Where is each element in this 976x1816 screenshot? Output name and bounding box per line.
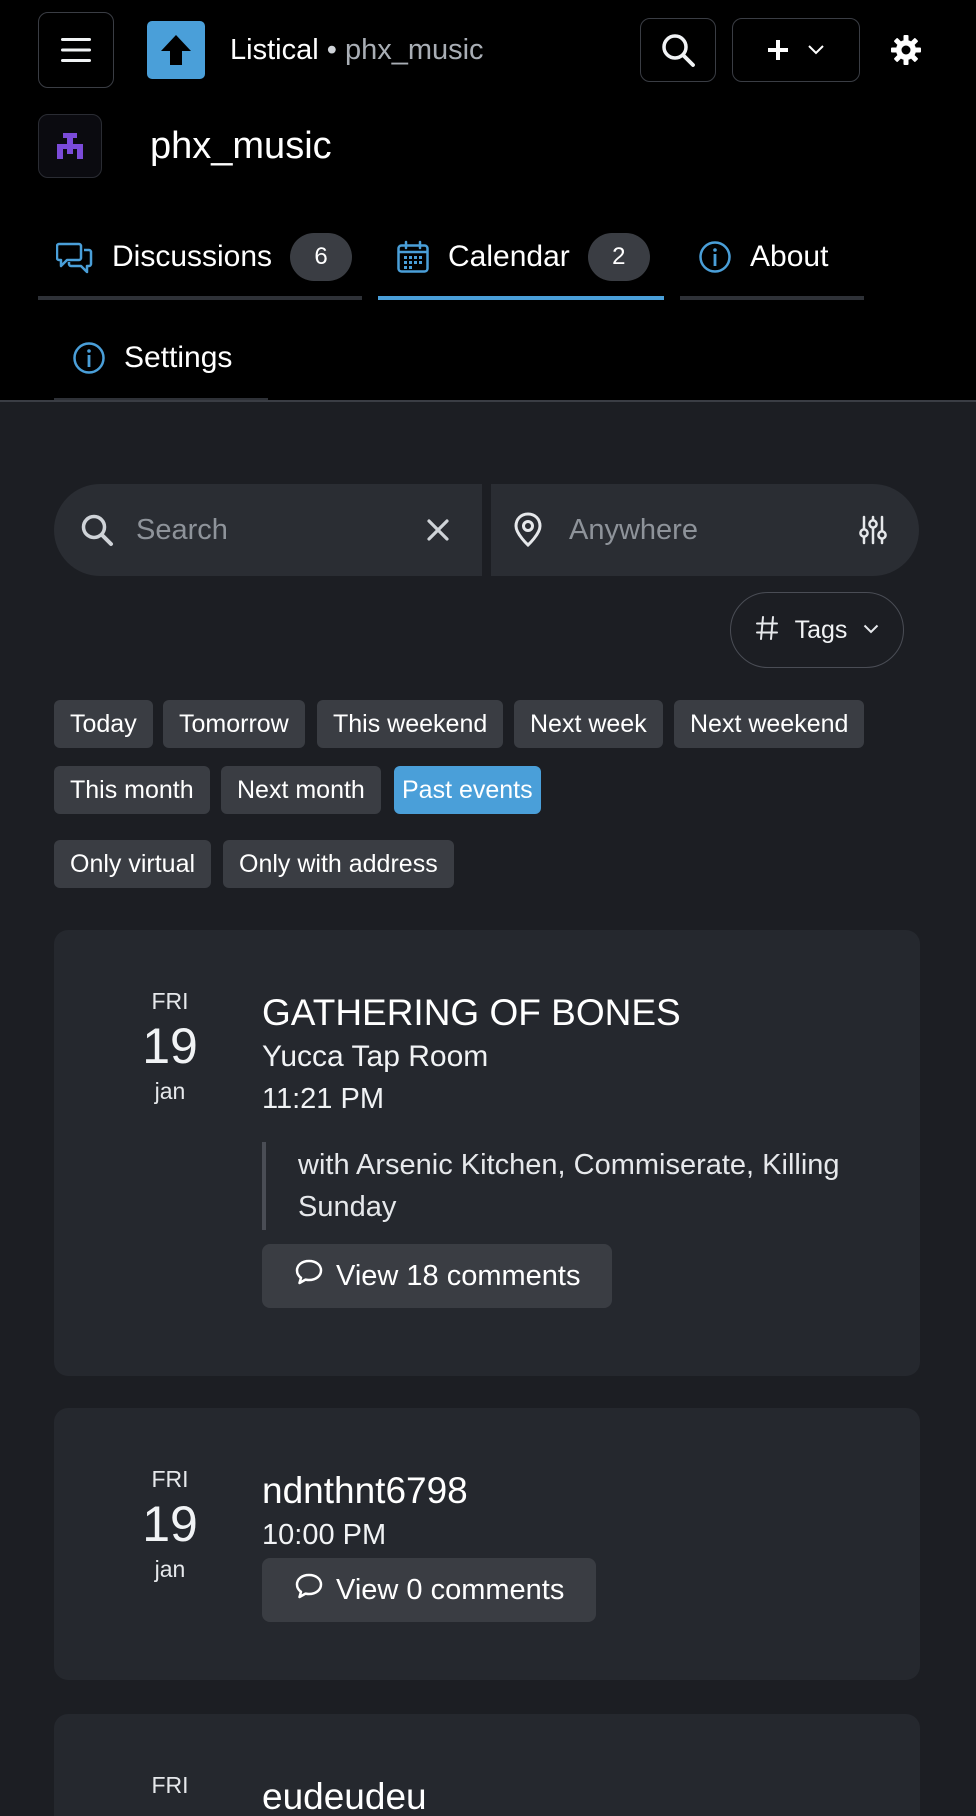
comment-bubble-icon [294,1572,324,1608]
filter-sliders-icon[interactable] [859,515,887,545]
event-day: 19 [142,1496,198,1552]
community-logo-icon [57,133,83,159]
community-slug[interactable]: phx_music [345,34,484,66]
info-icon [698,240,732,274]
title-separator: • [318,34,345,66]
community-name: phx_music [150,125,332,167]
filter-chip-today[interactable]: Today [54,700,153,748]
event-month: jan [154,1078,186,1104]
event-description: with Arsenic Kitchen, Commiserate, Killi… [262,1142,880,1230]
event-month: jan [154,1556,186,1582]
event-title[interactable]: GATHERING OF BONES [262,990,880,1036]
plus-icon [768,40,788,60]
tab-label: Calendar [448,240,570,273]
event-time: 10:00 PM [262,1519,387,1551]
location-pin-icon [513,512,543,548]
tab-label: Discussions [112,240,273,273]
event-body: GATHERING OF BONES Yucca Tap Room 11:21 … [262,990,880,1308]
tags-dropdown-button[interactable]: Tags [730,592,904,668]
event-card: FRI 19 jan ndnthnt6798 10:00 PM View 0 c… [54,1408,920,1680]
event-day-of-week: FRI [151,1466,189,1492]
chat-bubbles-icon [56,240,94,274]
event-card: FRI 19 jan GATHERING OF BONES Yucca Tap … [54,930,920,1376]
event-day: 19 [142,1018,198,1074]
filter-chip-past-events[interactable]: Past events [394,766,541,814]
event-body: eudeudeu [262,1774,880,1816]
tab-calendar[interactable]: Calendar 2 [378,214,664,300]
search-field-container [54,484,482,576]
filter-chip-next-month[interactable]: Next month [221,766,381,814]
location-field-container [491,484,919,576]
create-dropdown-button[interactable] [732,18,860,82]
info-icon [72,341,106,375]
event-body: ndnthnt6798 10:00 PM View 0 comments [262,1468,880,1622]
discussions-count-badge: 6 [290,233,353,281]
event-title[interactable]: ndnthnt6798 [262,1468,880,1514]
event-date: FRI 19 jan [114,1464,226,1584]
view-comments-button[interactable]: View 0 comments [262,1558,597,1622]
event-title[interactable]: eudeudeu [262,1774,880,1816]
tab-discussions[interactable]: Discussions 6 [38,214,362,300]
search-icon [80,513,114,547]
tab-settings[interactable]: Settings [54,314,268,400]
search-icon [662,34,695,67]
comment-bubble-icon [294,1258,324,1294]
app-title: Listical • phx_music [230,30,484,70]
search-input[interactable] [136,513,406,547]
gear-icon [891,35,921,65]
calendar-count-badge: 2 [587,233,650,281]
view-comments-button[interactable]: View 18 comments [262,1244,613,1308]
event-venue: Yucca Tap Room [262,1040,489,1073]
hamburger-menu-icon [61,38,91,62]
filter-chip-next-week[interactable]: Next week [514,700,663,748]
filter-chip-this-weekend[interactable]: This weekend [317,700,504,748]
event-day-of-week: FRI [151,1772,189,1798]
event-day-of-week: FRI [151,988,189,1014]
chevron-down-icon [863,621,879,639]
hamburger-menu-button[interactable] [38,12,114,88]
search-button[interactable] [640,18,716,82]
tab-about[interactable]: About [680,214,864,300]
clear-icon[interactable] [426,518,450,542]
event-date: FRI 19 jan [114,986,226,1106]
tags-label: Tags [794,615,848,644]
app-name[interactable]: Listical [230,34,319,66]
chevron-down-icon [808,45,824,55]
settings-button[interactable] [880,26,932,74]
event-date: FRI [114,1770,226,1800]
tab-label: Settings [124,341,233,374]
filter-chip-next-weekend[interactable]: Next weekend [674,700,865,748]
tab-label: About [750,240,829,273]
site-header: Listical • phx_music phx_music Discussio… [0,0,976,402]
location-input[interactable] [569,513,839,547]
community-avatar[interactable] [38,114,102,178]
app-logo[interactable] [147,21,205,79]
filter-chip-only-with-address[interactable]: Only with address [223,840,454,888]
filter-chip-only-virtual[interactable]: Only virtual [54,840,212,888]
filter-chip-tomorrow[interactable]: Tomorrow [163,700,305,748]
event-card: FRI eudeudeu [54,1714,920,1816]
view-comments-label: View 18 comments [336,1259,581,1292]
filter-chip-this-month[interactable]: This month [54,766,210,814]
upvote-arrow-icon [161,35,191,65]
event-time: 11:21 PM [262,1083,384,1115]
hash-icon [755,615,779,646]
calendar-icon [396,240,430,274]
view-comments-label: View 0 comments [336,1573,565,1606]
